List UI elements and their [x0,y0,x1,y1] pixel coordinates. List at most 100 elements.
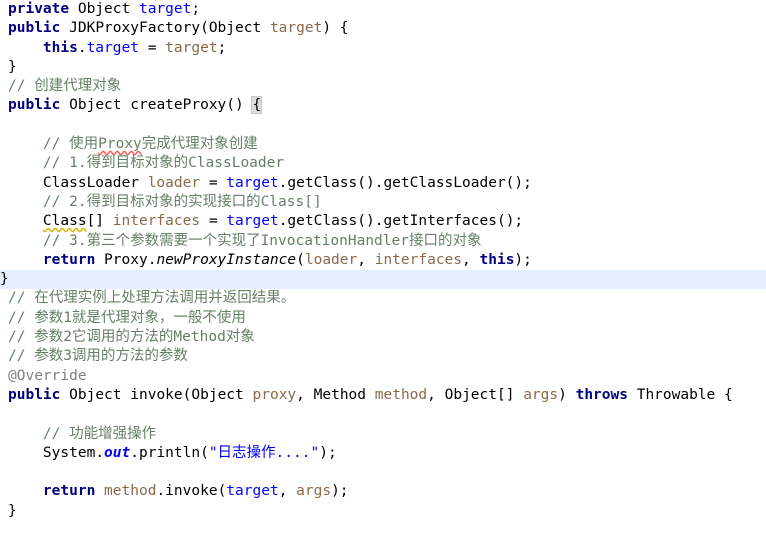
token-comma: , [278,483,288,500]
token-parens-semicolon: (); [505,174,532,191]
token-method-invoke: invoke [130,386,183,403]
code-line-13[interactable]: // 3.第三个参数需要一个实现了InvocationHandler接口的对象 [0,232,766,251]
token-type-class-rawtype: Class [42,213,87,230]
token-param-target: target [269,20,323,37]
token-var-loader: loader [304,251,358,268]
code-line-20[interactable]: @Override [0,367,766,386]
token-type-proxy: Proxy [104,251,148,268]
token-dot: . [95,444,105,461]
token-brace-open: { [724,386,733,403]
comment-param-2: // 参数2它调用的方法的Method对象 [8,329,255,346]
token-method-getclass: getClass [287,213,358,230]
code-editor[interactable]: private Object target; public JDKProxyFa… [0,0,766,537]
code-line-7[interactable] [0,116,766,135]
token-keyword-return: return [42,483,96,500]
token-method-getclassloader: getClassLoader [383,174,506,191]
token-type-object: Object [444,386,497,403]
token-assign: = [147,39,157,56]
token-method-newproxyinstance: newProxyInstance [156,251,297,268]
token-static-field-out: out [104,444,131,461]
code-line-27[interactable]: } [0,502,766,521]
token-string-literal: "日志操作...." [208,444,320,461]
code-line-9[interactable]: // 1.得到目标对象的ClassLoader [0,154,766,173]
code-line-3[interactable]: this.target = target; [0,39,766,58]
token-parens-semicolon: (); [496,213,524,230]
comment-param-1: // 参数1就是代理对象，一般不使用 [8,309,246,326]
token-paren-close: ) [558,386,567,403]
token-assign: = [208,213,218,230]
code-line-12[interactable]: Class[] interfaces = target.getClass().g… [0,212,766,231]
code-line-14[interactable]: return Proxy.newProxyInstance(loader, in… [0,251,766,270]
code-line-17[interactable]: // 参数1就是代理对象，一般不使用 [0,309,766,328]
code-line-1[interactable]: private Object target; [0,0,766,19]
token-constructor-name: JDKProxyFactory [69,20,201,37]
token-method-getclass: getClass [287,174,358,191]
code-line-26[interactable]: return method.invoke(target, args); [0,482,766,501]
token-paren-open: ( [296,251,305,268]
token-type-object: Object [69,386,122,403]
token-keyword-public: public [8,20,61,37]
token-var-loader: loader [147,174,201,191]
token-brackets: [] [497,386,515,403]
comment-step-3: // 3.第三个参数需要一个实现了InvocationHandler接口的对象 [42,232,482,249]
comment-step-1: // 1.得到目标对象的ClassLoader [42,155,285,172]
token-brace-close: } [0,271,9,288]
token-type-system: System [42,444,96,461]
token-dot: . [77,39,87,56]
code-line-2[interactable]: public JDKProxyFactory(Object target) { [0,19,766,38]
code-line-8[interactable]: // 使用Proxy完成代理对象创建 [0,135,766,154]
code-line-21[interactable]: public Object invoke(Object proxy, Metho… [0,386,766,405]
token-brace-close: } [8,502,17,519]
token-var-interfaces: interfaces [112,213,201,230]
code-line-19[interactable]: // 参数3调用的方法的参数 [0,347,766,366]
comment-param-3: // 参数3调用的方法的参数 [8,348,188,365]
token-paren-close-semicolon: ); [514,251,532,268]
code-line-18[interactable]: // 参数2它调用的方法的Method对象 [0,328,766,347]
code-line-22[interactable] [0,405,766,424]
token-field-target: target [226,213,279,230]
token-method-invoke: invoke [165,483,218,500]
token-dot: . [130,444,139,461]
comment-handle-invocation: // 在代理实例上处理方法调用并返回结果。 [8,290,296,307]
token-keyword-return: return [42,251,96,268]
token-assign: = [208,174,218,191]
token-field-target: target [226,483,279,500]
token-type-object: Object [69,97,122,114]
token-type-throwable: Throwable [636,386,716,403]
token-paren-open: ( [200,444,209,461]
token-paren-close-semicolon: ); [319,444,337,461]
comment-enhance: // 功能增强操作 [42,425,157,442]
code-line-5[interactable]: // 创建代理对象 [0,77,766,96]
code-line-11[interactable]: // 2.得到目标对象的实现接口的Class[] [0,193,766,212]
token-type-object: Object [208,20,262,37]
token-keyword-private: private [8,1,70,17]
token-paren-open: ( [200,20,209,37]
token-comma: , [357,251,366,268]
code-line-10[interactable]: ClassLoader loader = target.getClass().g… [0,174,766,193]
token-semicolon: ; [191,1,201,17]
comment-create-proxy: // 创建代理对象 [8,78,122,95]
token-keyword-public: public [8,386,61,403]
code-line-24[interactable]: System.out.println("日志操作...."); [0,444,766,463]
code-line-15-caret-highlighted[interactable]: } [0,270,766,290]
token-dot: . [156,483,166,500]
code-line-6[interactable]: public Object createProxy() { [0,96,766,115]
token-keyword-this: this [479,251,515,268]
code-line-25[interactable] [0,463,766,482]
code-line-23[interactable]: // 功能增强操作 [0,425,766,444]
token-parens: () [226,97,244,114]
code-line-4[interactable]: } [0,58,766,77]
token-brace-close: } [8,58,17,75]
token-param-method: method [104,483,157,500]
code-line-16[interactable]: // 在代理实例上处理方法调用并返回结果。 [0,289,766,308]
token-keyword-this: this [42,39,78,56]
token-field-target: target [226,174,279,191]
token-paren-close: ) [322,20,332,37]
comment-word-proxy-misspelled: Proxy [98,136,142,153]
token-method-println: println [138,444,201,461]
token-method-createproxy: createProxy [130,97,227,114]
annotation-override: @Override [8,367,87,384]
token-type-method: Method [313,386,367,403]
token-keyword-throws: throws [575,386,628,403]
token-type-object: Object [77,1,131,17]
